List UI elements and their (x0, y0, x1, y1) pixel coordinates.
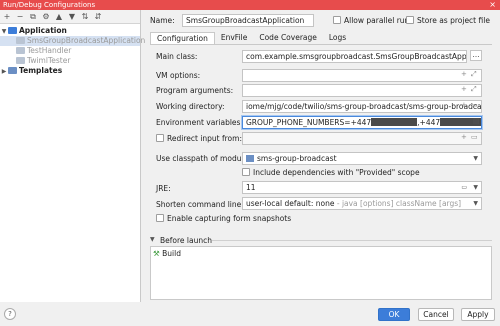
expand-icon[interactable]: + (461, 85, 467, 93)
working-dir-input[interactable]: iome/mjg/code/twilio/sms-group-broadcast… (242, 100, 482, 113)
apply-button[interactable]: Apply (461, 308, 495, 321)
config-tree: ▼ Application SmsGroupBroadcastApplicatio… (0, 24, 145, 76)
env-vars-label: Environment variables: (156, 118, 243, 127)
tree-item-application[interactable]: ▼ Application (0, 26, 140, 36)
chevron-down-icon: ▼ (473, 184, 478, 191)
section-divider (212, 240, 492, 241)
tab-divider (150, 44, 492, 45)
before-launch-list: ⚒ Build (150, 246, 492, 300)
help-button[interactable]: ? (4, 308, 16, 320)
window-title: Run/Debug Configurations (3, 1, 96, 9)
store-project-checkbox[interactable] (406, 16, 414, 24)
sort-icon[interactable]: ⇅ (81, 12, 89, 21)
redirect-checkbox[interactable] (156, 134, 164, 142)
tree-item-twimltester[interactable]: TwimlTester (0, 56, 140, 66)
copy-icon[interactable]: ⧉ (29, 12, 37, 22)
store-project-label: Store as project file (417, 16, 490, 25)
redirect-label: Redirect input from: (167, 134, 242, 143)
program-args-label: Program arguments: (156, 86, 234, 95)
move-up-icon[interactable]: ▲ (55, 12, 63, 21)
jre-select[interactable]: 11 ▭ ▼ (242, 181, 482, 194)
tab-envfile[interactable]: EnvFile (215, 32, 253, 44)
dialog-footer: ? OK Cancel Apply (0, 302, 500, 326)
close-icon[interactable]: × (489, 0, 496, 10)
expand-icon[interactable]: + (461, 70, 467, 78)
env-vars-input[interactable]: GROUP_PHONE_NUMBERS=+447 ,+447 (242, 116, 482, 129)
include-deps-checkbox[interactable] (242, 168, 250, 176)
tree-item-templates[interactable]: ▶ Templates (0, 66, 140, 76)
configurations-sidebar: + − ⧉ ⚙ ▲ ▼ ⇅ ⇵ ▼ Application SmsGroupBro… (0, 10, 145, 302)
chevron-down-icon[interactable]: ▼ (150, 236, 155, 243)
module-icon (246, 155, 254, 162)
allow-parallel-checkbox[interactable] (333, 16, 341, 24)
sidebar-toolbar: + − ⧉ ⚙ ▲ ▼ ⇅ ⇵ (0, 10, 140, 24)
snapshots-label: Enable capturing form snapshots (167, 214, 292, 223)
tab-code-coverage[interactable]: Code Coverage (253, 32, 323, 44)
remove-icon[interactable]: − (16, 12, 24, 21)
tree-item-testhandler[interactable]: TestHandler (0, 46, 140, 56)
add-macro-icon[interactable]: + (461, 101, 467, 109)
tree-item-smsgroupbroadcast[interactable]: SmsGroupBroadcastApplication (0, 36, 145, 46)
shorten-select[interactable]: user-local default: none - java [options… (242, 197, 482, 210)
cancel-button[interactable]: Cancel (418, 308, 454, 321)
folder-icon[interactable]: ▭ (461, 182, 467, 193)
main-class-input[interactable]: com.example.smsgroupbroadcast.SmsGroupBr… (242, 50, 467, 63)
vm-options-input[interactable] (242, 69, 482, 82)
classpath-select[interactable]: sms-group-broadcast ▼ (242, 152, 482, 165)
classpath-label: Use classpath of module: (156, 154, 251, 163)
vm-options-label: VM options: (156, 71, 201, 80)
working-dir-label: Working directory: (156, 102, 225, 111)
main-class-label: Main class: (156, 52, 198, 61)
application-icon (8, 27, 17, 34)
before-launch-title: Before launch (160, 236, 212, 245)
folder-icon[interactable]: ▭ (471, 133, 478, 141)
snapshots-checkbox[interactable] (156, 214, 164, 222)
move-down-icon[interactable]: ▼ (68, 12, 76, 21)
add-icon[interactable]: + (3, 12, 11, 21)
chevron-right-icon[interactable]: ▶ (0, 67, 8, 77)
window-titlebar: Run/Debug Configurations × (0, 0, 500, 10)
folder-icon[interactable]: ▭ (471, 101, 478, 109)
application-config-icon (16, 37, 25, 44)
program-args-input[interactable] (242, 84, 482, 97)
jre-label: JRE: (156, 184, 171, 193)
wrench-icon (8, 67, 17, 74)
chevron-down-icon: ▼ (473, 155, 478, 162)
application-config-icon (16, 57, 25, 64)
include-deps-label: Include dependencies with "Provided" sco… (253, 168, 420, 177)
allow-parallel-label: Allow parallel run (344, 16, 410, 25)
redacted-number (371, 118, 418, 126)
redirect-input[interactable] (242, 132, 482, 145)
list-item-build[interactable]: ⚒ Build (153, 249, 181, 258)
shorten-label: Shorten command line: (156, 200, 244, 209)
ok-button[interactable]: OK (378, 308, 410, 321)
browse-main-class-button[interactable]: … (470, 50, 482, 61)
hammer-icon: ⚒ (153, 249, 160, 258)
fullscreen-icon[interactable]: ⤢ (471, 85, 477, 94)
group-icon[interactable]: ⇵ (94, 12, 102, 21)
wrench-icon[interactable]: ⚙ (42, 12, 50, 21)
add-macro-icon[interactable]: + (461, 133, 467, 141)
tab-logs[interactable]: Logs (323, 32, 352, 44)
chevron-down-icon: ▼ (473, 200, 478, 207)
fullscreen-icon[interactable]: ⤢ (471, 70, 477, 79)
config-tabs: Configuration EnvFile Code Coverage Logs (150, 32, 352, 44)
edit-env-icon[interactable]: ▤ (473, 117, 480, 125)
application-config-icon (16, 47, 25, 54)
name-input[interactable]: SmsGroupBroadcastApplication (182, 14, 314, 27)
tab-configuration[interactable]: Configuration (150, 32, 215, 44)
name-label: Name: (150, 16, 175, 25)
